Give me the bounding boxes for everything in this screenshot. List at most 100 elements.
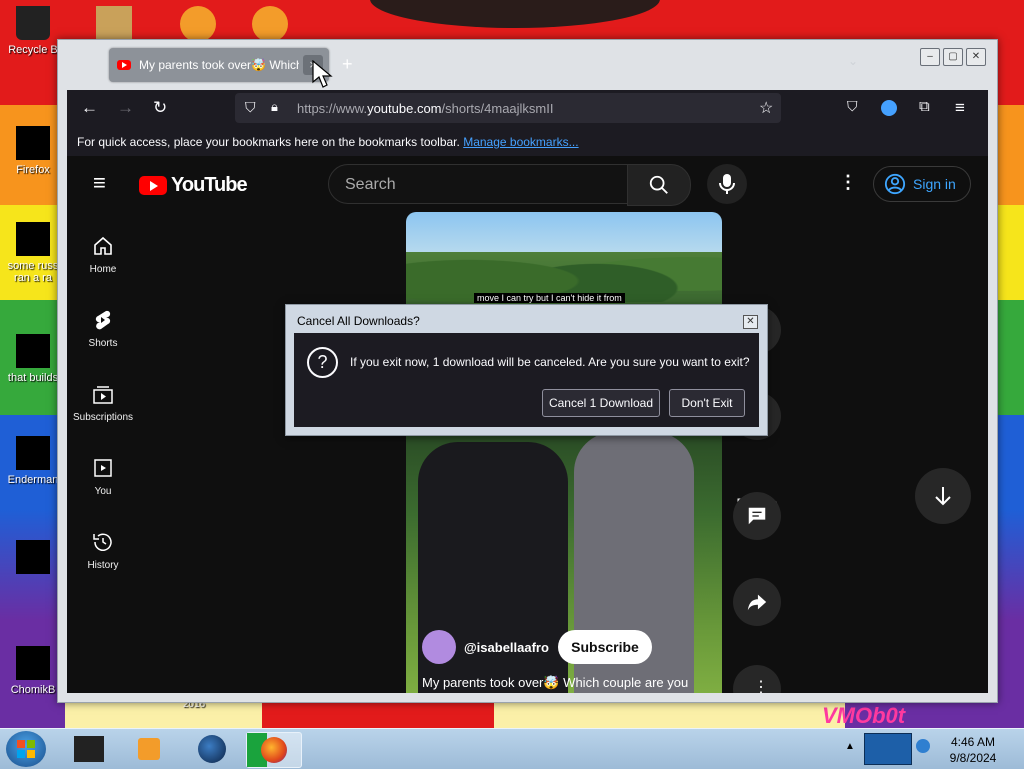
comment-icon [748,507,766,525]
list-all-tabs-icon[interactable]: ⌄ [848,54,858,68]
dialog-close-button[interactable]: ✕ [743,315,758,329]
tab-title: My parents took over🤯 Which couple are y… [139,58,299,72]
dialog-message: If you exit now, 1 download will be canc… [350,355,750,369]
desktop-icon-enderman[interactable]: Enderman [2,436,64,486]
bookmark-star-icon[interactable]: ☆ [759,98,773,118]
menu-icon[interactable]: ≡ [955,98,965,118]
dialog-title: Cancel All Downloads? [297,314,420,328]
sidebar-item-you[interactable]: You [67,456,139,497]
top-desktop-icon-1[interactable] [96,6,132,42]
top-desktop-icon-2[interactable] [180,6,216,42]
channel-avatar[interactable] [422,630,456,664]
manage-bookmarks-link[interactable]: Manage bookmarks... [463,135,578,149]
short-video-player[interactable]: move I can try but I can't hide it from [406,212,722,693]
system-clock[interactable]: 4:46 AM 9/8/2024 [942,734,1004,766]
firefox-icon [16,126,50,160]
lock-icon[interactable]: 🔒︎ [271,99,278,115]
youtube-logo-text: YouTube [171,174,248,196]
mouse-cursor-icon [312,60,333,88]
youtube-play-logo-icon [139,176,167,195]
desktop-icon-label: that builds [7,372,59,384]
top-desktop-icon-3[interactable] [252,6,288,42]
show-hidden-icons-button[interactable]: ▲ [845,741,855,752]
url-domain: youtube.com [367,101,442,116]
search-placeholder: Search [345,176,396,193]
back-icon[interactable]: ← [81,98,98,118]
desktop-icon-label: some russ ran a ra [7,260,59,284]
dont-exit-button[interactable]: Don't Exit [669,389,745,417]
search-input[interactable]: Search [328,164,628,204]
extensions-icon[interactable]: ⧉ [919,98,930,115]
account-icon[interactable] [881,100,897,116]
new-tab-button[interactable]: + [342,54,353,75]
more-actions-button[interactable]: ⋮ [733,665,781,693]
video-title[interactable]: My parents took over🤯 Which couple are y… [422,675,688,691]
top-cartoon-shape [370,0,660,28]
sidebar-item-shorts[interactable]: Shorts [67,308,139,349]
bookmarks-toolbar: For quick access, place your bookmarks h… [67,126,988,156]
sidebar-item-subscriptions[interactable]: Subscriptions [67,382,139,423]
share-icon [747,594,767,611]
volume-icon[interactable] [916,739,930,753]
taskbar-app-3[interactable] [186,732,240,766]
minimize-button[interactable]: – [920,48,940,66]
desktop-icon-4[interactable]: that builds [2,334,64,384]
search-button[interactable] [627,164,691,206]
cancel-download-button[interactable]: Cancel 1 Download [542,389,660,417]
sign-in-button[interactable]: Sign in [873,166,971,202]
taskbar-firefox[interactable] [246,732,302,768]
voice-search-button[interactable] [707,164,747,204]
file-icon [16,646,50,680]
tray-app-icon[interactable] [864,733,912,765]
comments-button[interactable] [733,492,781,540]
arrow-down-icon [935,487,951,506]
question-icon: ? [307,347,338,378]
desktop-icon-3[interactable]: some russ ran a ra [2,222,64,284]
sidebar-item-history[interactable]: History [67,530,139,571]
share-button[interactable] [733,578,781,626]
sign-in-label: Sign in [913,176,956,192]
desktop-icon-firefox[interactable]: Firefox [2,126,64,176]
firefox-icon [261,737,287,763]
history-icon [93,533,112,551]
sidebar-item-label: Subscriptions [72,412,134,423]
home-icon [94,236,112,255]
cancel-downloads-dialog: Cancel All Downloads? ✕ ? If you exit no… [285,304,768,436]
desktop-icon-chomik[interactable]: ChomikB [2,646,64,696]
you-icon [94,459,112,477]
close-window-button[interactable]: ✕ [966,48,986,66]
sidebar-item-label: History [87,560,119,571]
sidebar-item-home[interactable]: Home [67,234,139,275]
next-video-button[interactable] [915,468,971,524]
start-button[interactable] [6,731,46,767]
search-icon [649,175,668,194]
youtube-favicon-icon [117,60,131,70]
user-circle-icon [884,173,906,195]
app-icon [74,736,104,762]
reload-icon[interactable]: ↻ [153,98,167,118]
url-text[interactable]: https://www.youtube.com/shorts/4maajlksm… [297,101,554,116]
navigation-toolbar: ← → ↻ ⛉ 🔒︎ https://www.youtube.com/short… [67,90,988,126]
file-icon [16,540,50,574]
guide-menu-icon[interactable]: ≡ [93,170,106,196]
desktop-icon-recycle-bin[interactable]: Recycle B [2,6,64,56]
more-options-icon[interactable]: ⋮ [839,172,857,193]
desktop-icon-label: Enderman [7,474,59,486]
taskbar-app-1[interactable] [62,732,116,766]
taskbar-media-player[interactable] [122,732,176,766]
desktop-icon-6[interactable] [2,540,64,578]
shield-icon[interactable]: ⛉ [245,99,256,116]
tab-youtube[interactable]: My parents took over🤯 Which couple are y… [109,48,329,82]
subscribe-button[interactable]: Subscribe [558,630,652,664]
forward-icon[interactable]: → [117,98,134,118]
channel-handle[interactable]: @isabellaafro [464,640,549,655]
pocket-icon[interactable]: ⛉ [847,98,858,115]
video-trees [406,232,722,302]
desktop-icon-label: Firefox [16,164,50,176]
sidebar-item-label: Shorts [88,338,118,349]
maximize-button[interactable]: ▢ [943,48,963,66]
url-bar[interactable]: ⛉ 🔒︎ https://www.youtube.com/shorts/4maa… [235,93,781,123]
clock-time: 4:46 AM [950,735,996,749]
taskbar: ▲ 4:46 AM 9/8/2024 [0,728,1024,769]
video-caption: move I can try but I can't hide it from [474,293,625,303]
